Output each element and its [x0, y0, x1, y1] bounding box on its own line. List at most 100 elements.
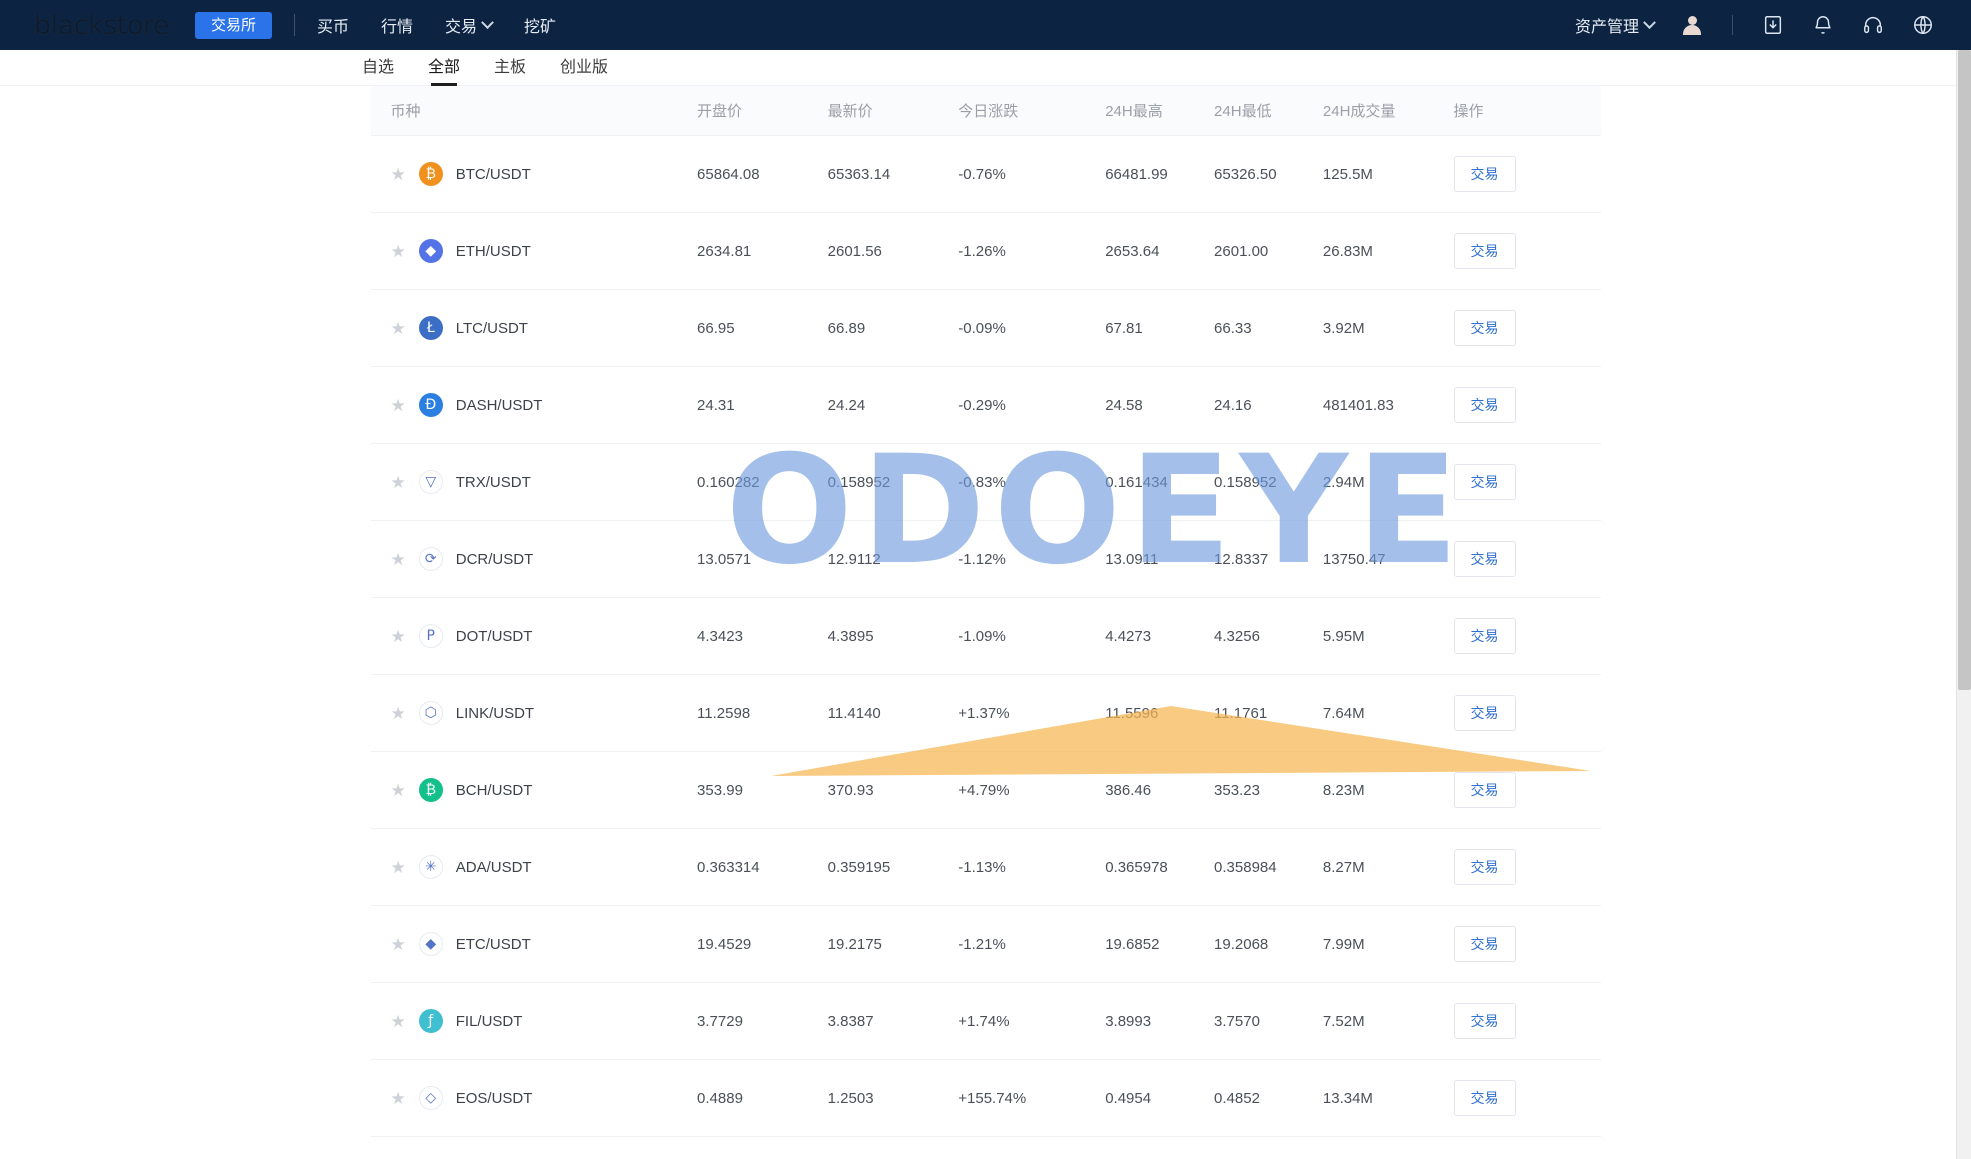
cell-last-price: 19.2175	[827, 905, 959, 983]
trade-button[interactable]: 交易	[1453, 926, 1516, 962]
column-header-change[interactable]: 今日涨跌	[958, 86, 1106, 136]
cell-change-percent: -1.12%	[958, 520, 1106, 598]
symbol-label: ETH/USDT	[455, 242, 531, 260]
coin-icon: Ð	[418, 393, 443, 417]
table-row[interactable]: ★ ◇ EOS/USDT 0.4889 1.2503 +155.74% 0.4954 0.48…	[370, 1059, 1601, 1137]
column-header-low[interactable]: 24H最低	[1214, 86, 1323, 136]
column-header-volume[interactable]: 24H成交量	[1322, 86, 1454, 136]
cell-action: 交易	[1453, 597, 1601, 675]
table-row[interactable]: ★ P DOT/USDT 4.3423 4.3895 -1.09% 4.4273 4.3256…	[370, 597, 1601, 675]
trade-button[interactable]: 交易	[1453, 618, 1516, 654]
trade-button[interactable]: 交易	[1453, 464, 1516, 500]
nav-item-trade[interactable]: 交易	[445, 13, 494, 37]
table-row[interactable]: ★ ◆ ETC/USDT 19.4529 19.2175 -1.21% 19.6852 19.…	[370, 905, 1601, 983]
cell-24h-high: 24.58	[1105, 366, 1215, 444]
cell-action: 交易	[1453, 443, 1601, 521]
table-row[interactable]: ★ Ð DASH/USDT 24.31 24.24 -0.29% 24.58 24.16 481…	[370, 366, 1601, 444]
trade-button[interactable]: 交易	[1453, 772, 1516, 808]
cell-action: 交易	[1453, 212, 1601, 290]
cell-24h-volume: 5.95M	[1322, 597, 1454, 675]
trade-button[interactable]: 交易	[1453, 156, 1516, 192]
coin-icon: ◆	[418, 932, 443, 956]
market-table: 币种 开盘价 最新价 今日涨跌 24H最高 24H最低 24H成交量 操作 ★ ₿…	[370, 86, 1601, 1137]
table-row[interactable]: ★ ◆ ETH/USDT 2634.81 2601.56 -1.26% 2653.64 260…	[370, 212, 1601, 290]
cell-24h-low: 11.1761	[1214, 674, 1323, 752]
favorite-star-icon[interactable]: ★	[391, 397, 406, 414]
tab-all[interactable]: 全部	[426, 50, 462, 86]
user-avatar-icon[interactable]	[1680, 13, 1704, 37]
nav-item-markets[interactable]: 行情	[381, 13, 413, 37]
column-header-high[interactable]: 24H最高	[1105, 86, 1215, 136]
cell-symbol: ★ Ł LTC/USDT	[370, 289, 698, 367]
page-scrollbar[interactable]	[1956, 50, 1971, 1159]
symbol-label: TRX/USDT	[455, 473, 531, 491]
symbol-label: DCR/USDT	[455, 550, 534, 568]
table-row[interactable]: ★ ₿ BCH/USDT 353.99 370.93 +4.79% 386.46 353.23…	[370, 751, 1601, 829]
favorite-star-icon[interactable]: ★	[391, 166, 406, 183]
trade-button[interactable]: 交易	[1453, 695, 1516, 731]
cell-24h-volume: 7.99M	[1322, 905, 1454, 983]
table-row[interactable]: ★ ⟳ DCR/USDT 13.0571 12.9112 -1.12% 13.0911 12.…	[370, 520, 1601, 598]
table-row[interactable]: ★ Ł LTC/USDT 66.95 66.89 -0.09% 67.81 66.33 3.92…	[370, 289, 1601, 367]
exchange-pill-button[interactable]: 交易所	[194, 11, 272, 39]
trade-button[interactable]: 交易	[1453, 1080, 1516, 1116]
favorite-star-icon[interactable]: ★	[391, 628, 406, 645]
table-row[interactable]: ★ ₿ BTC/USDT 65864.08 65363.14 -0.76% 66481.99…	[370, 135, 1601, 213]
favorite-star-icon[interactable]: ★	[391, 320, 406, 337]
cell-symbol: ★ Ð DASH/USDT	[370, 366, 698, 444]
favorite-star-icon[interactable]: ★	[391, 551, 406, 568]
trade-button[interactable]: 交易	[1453, 387, 1516, 423]
coin-icon: ⬡	[418, 701, 443, 725]
symbol-label: DOT/USDT	[455, 627, 533, 645]
cell-symbol: ★ ₿ BTC/USDT	[370, 135, 698, 213]
table-row[interactable]: ★ ✳ ADA/USDT 0.363314 0.359195 -1.13% 0.365978…	[370, 828, 1601, 906]
favorite-star-icon[interactable]: ★	[391, 859, 406, 876]
cell-24h-low: 24.16	[1214, 366, 1323, 444]
trade-button[interactable]: 交易	[1453, 1003, 1516, 1039]
favorite-star-icon[interactable]: ★	[391, 243, 406, 260]
scrollbar-thumb[interactable]	[1958, 50, 1971, 690]
trade-button[interactable]: 交易	[1453, 233, 1516, 269]
brand-logo[interactable]: blackstore	[34, 10, 169, 41]
favorite-star-icon[interactable]: ★	[391, 1013, 406, 1030]
favorite-star-icon[interactable]: ★	[391, 936, 406, 953]
column-header-symbol[interactable]: 币种	[370, 86, 698, 136]
trade-button[interactable]: 交易	[1453, 849, 1516, 885]
table-header-row: 币种 开盘价 最新价 今日涨跌 24H最高 24H最低 24H成交量 操作	[370, 86, 1601, 136]
nav-item-mining[interactable]: 挖矿	[524, 13, 556, 37]
column-header-last[interactable]: 最新价	[827, 86, 959, 136]
tab-favorites[interactable]: 自选	[360, 50, 396, 86]
cell-24h-low: 65326.50	[1214, 135, 1323, 213]
nav-item-buy-coin[interactable]: 买币	[317, 13, 349, 37]
coin-icon: ₿	[418, 778, 443, 802]
symbol-label: ETC/USDT	[455, 935, 531, 953]
table-row[interactable]: ★ ▽ TRX/USDT 0.160282 0.158952 -0.83% 0.161434…	[370, 443, 1601, 521]
cell-action: 交易	[1453, 674, 1601, 752]
favorite-star-icon[interactable]: ★	[391, 705, 406, 722]
download-icon[interactable]	[1761, 13, 1785, 37]
table-row[interactable]: ★ ⬡ LINK/USDT 11.2598 11.4140 +1.37% 11.5596 11…	[370, 674, 1601, 752]
favorite-star-icon[interactable]: ★	[391, 1090, 406, 1107]
coin-icon: P	[418, 624, 443, 648]
trade-button[interactable]: 交易	[1453, 310, 1516, 346]
favorite-star-icon[interactable]: ★	[391, 782, 406, 799]
tab-mainboard[interactable]: 主板	[492, 50, 528, 86]
trade-button[interactable]: 交易	[1453, 541, 1516, 577]
cell-action: 交易	[1453, 289, 1601, 367]
coin-icon: ◇	[418, 1086, 443, 1110]
cell-24h-volume: 3.92M	[1322, 289, 1454, 367]
cell-change-percent: -0.76%	[958, 135, 1106, 213]
cell-action: 交易	[1453, 982, 1601, 1060]
market-table-area: 币种 开盘价 最新价 今日涨跌 24H最高 24H最低 24H成交量 操作 ★ ₿…	[0, 86, 1971, 1159]
bell-icon[interactable]	[1811, 13, 1835, 37]
cell-change-percent: -1.26%	[958, 212, 1106, 290]
favorite-star-icon[interactable]: ★	[391, 474, 406, 491]
globe-icon[interactable]	[1911, 13, 1935, 37]
nav-item-label: 买币	[316, 19, 349, 36]
headset-icon[interactable]	[1861, 13, 1885, 37]
tab-startup[interactable]: 创业版	[558, 50, 610, 86]
cell-last-price: 66.89	[827, 289, 959, 367]
asset-management-menu[interactable]: 资产管理	[1575, 13, 1656, 37]
table-row[interactable]: ★ ƒ FIL/USDT 3.7729 3.8387 +1.74% 3.8993 3.7570…	[370, 982, 1601, 1060]
column-header-open[interactable]: 开盘价	[697, 86, 828, 136]
